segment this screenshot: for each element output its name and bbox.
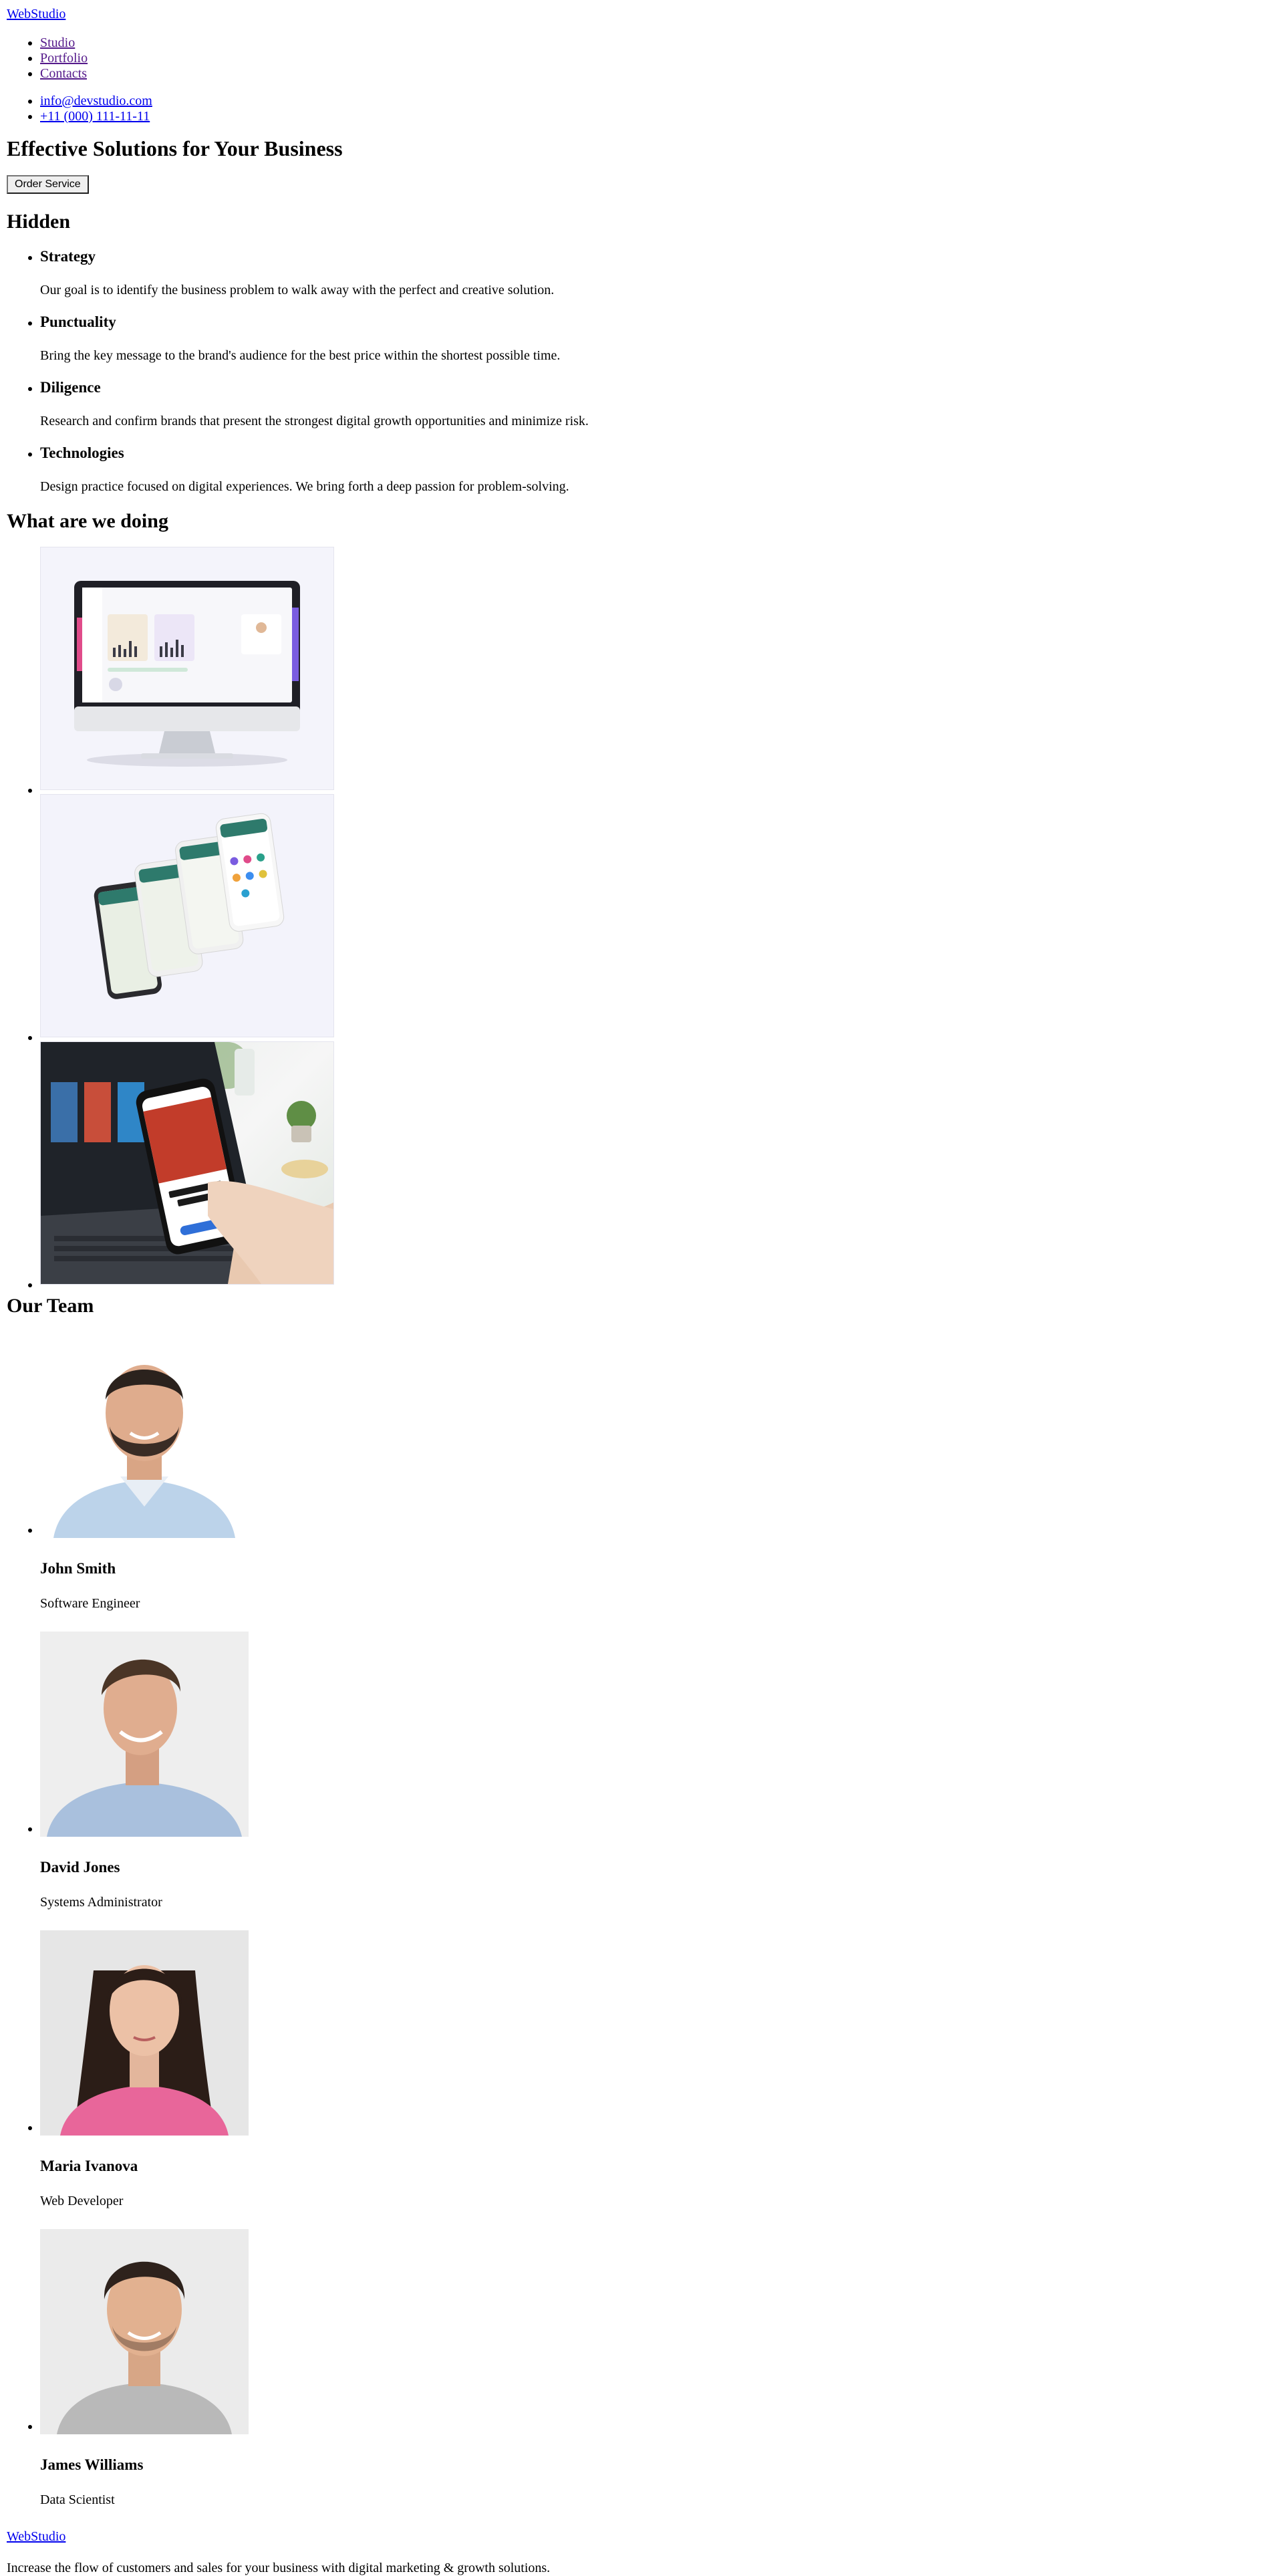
team-member: James Williams Data Scientist [40,2229,1276,2508]
feature-text: Research and confirm brands that present… [40,414,589,428]
main-nav: Studio Portfolio Contacts [7,35,1276,82]
feature-title: Strategy [40,248,96,265]
team-member: Maria Ivanova Web Developer [40,1930,1276,2209]
contact-item-phone: +11 (000) 111-11-11 [40,109,1276,124]
nav-item-studio: Studio [40,35,1276,51]
avatar [40,1930,249,2136]
nav-link-studio[interactable]: Studio [40,35,75,50]
feature-text: Design practice focused on digital exper… [40,479,569,494]
phone-link[interactable]: +11 (000) 111-11-11 [40,109,150,124]
footer-text: Increase the flow of customers and sales… [7,2561,551,2575]
contact-item-email: info@devstudio.com [40,94,1276,109]
member-role: Web Developer [40,2194,124,2208]
member-name: James Williams [40,2456,144,2473]
hero-title: Effective Solutions for Your Business [7,136,343,160]
team-section: Our Team John Smith Software Engineer [7,1294,1276,2508]
nav-link-contacts[interactable]: Contacts [40,66,87,81]
email-link[interactable]: info@devstudio.com [40,94,152,108]
team-member: David Jones Systems Administrator [40,1632,1276,1910]
mobile-app-mockup-image [40,794,334,1037]
feature-title: Punctuality [40,313,116,330]
order-service-button[interactable]: Order Service [7,175,89,194]
member-name: Maria Ivanova [40,2158,138,2174]
team-member: John Smith Software Engineer [40,1333,1276,1612]
nav-item-contacts: Contacts [40,66,1276,82]
feature-title: Diligence [40,379,101,396]
contact-list: info@devstudio.com +11 (000) 111-11-11 [7,94,1276,124]
desktop-dashboard-mockup-image [40,547,334,790]
member-name: David Jones [40,1859,120,1876]
feature-text: Our goal is to identify the business pro… [40,283,555,297]
feature-title: Technologies [40,444,124,461]
work-title: What are we doing [7,510,168,532]
member-role: Systems Administrator [40,1895,162,1910]
work-section: What are we doing [7,509,1276,1285]
avatar [40,2229,249,2434]
features-title: Hidden [7,211,71,233]
nav-link-portfolio[interactable]: Portfolio [40,51,88,66]
member-role: Software Engineer [40,1596,140,1611]
nav-list: Studio Portfolio Contacts [7,35,1276,82]
avatar [40,1333,249,1538]
member-name: John Smith [40,1560,116,1577]
footer-logo-link[interactable]: WebStudio [7,2529,65,2545]
gallery-item [40,794,1276,1037]
nav-item-portfolio: Portfolio [40,51,1276,66]
hero-section: Effective Solutions for Your Business Or… [7,136,1276,194]
work-gallery [7,547,1276,1285]
feature-item-technologies: Technologies Design practice focused on … [40,444,1276,495]
feature-item-diligence: Diligence Research and confirm brands th… [40,378,1276,429]
site-header: WebStudio Studio Portfolio Contacts info… [7,7,1276,124]
feature-item-punctuality: Punctuality Bring the key message to the… [40,313,1276,364]
features-section: Hidden Strategy Our goal is to identify … [7,210,1276,495]
feature-text: Bring the key message to the brand's aud… [40,348,561,363]
gallery-item [40,547,1276,790]
features-list: Strategy Our goal is to identify the bus… [7,247,1276,495]
site-footer: WebStudio Increase the flow of customers… [7,2528,1276,2576]
phone-in-hand-laptop-image [40,1041,334,1285]
member-role: Data Scientist [40,2492,115,2507]
team-title: Our Team [7,1295,94,1317]
feature-item-strategy: Strategy Our goal is to identify the bus… [40,247,1276,298]
header-logo-link[interactable]: WebStudio [7,7,65,22]
gallery-item [40,1041,1276,1285]
avatar [40,1632,249,1837]
team-list: John Smith Software Engineer David Jones… [7,1333,1276,2508]
